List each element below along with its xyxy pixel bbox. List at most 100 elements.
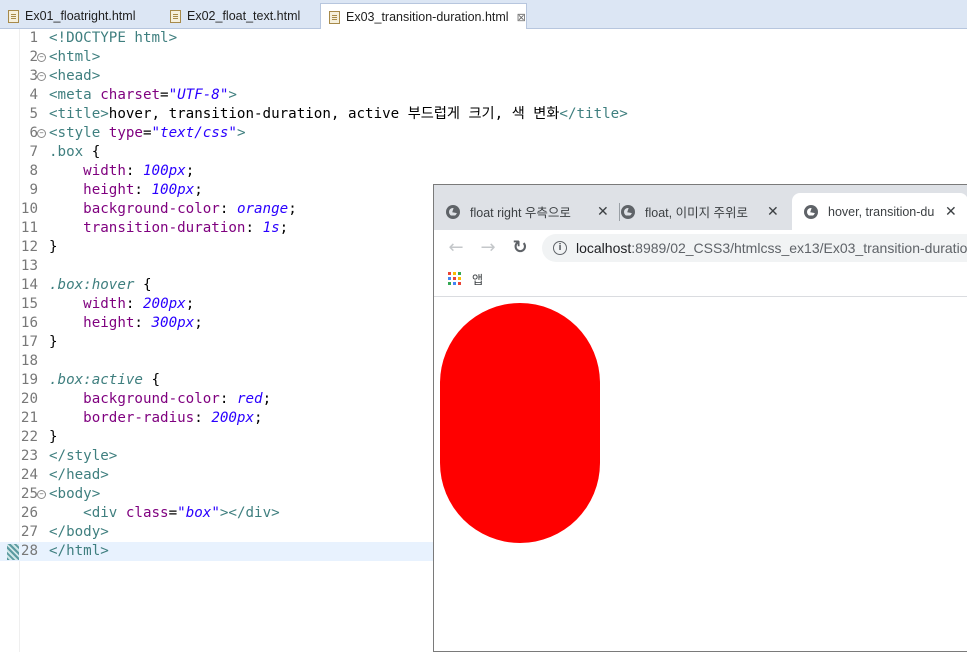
fold-toggle-icon[interactable]: − xyxy=(37,72,46,81)
code-text: width: 200px; xyxy=(83,296,195,312)
browser-tab-hover-transition[interactable]: hover, transition-du ✕ xyxy=(792,193,967,230)
line-number: 15 xyxy=(20,296,38,312)
code-text: width: 100px; xyxy=(83,163,195,179)
line-number: 4 xyxy=(29,87,38,103)
box-element[interactable] xyxy=(440,303,600,543)
code-line[interactable]: 3− <head> xyxy=(0,67,967,86)
line-number: 6 xyxy=(29,125,38,141)
line-number: 28 xyxy=(20,543,38,559)
code-line[interactable]: 2− <html> xyxy=(0,48,967,67)
browser-tab-label: hover, transition-du xyxy=(828,204,935,219)
editor-tab-label: Ex02_float_text.html xyxy=(187,9,301,23)
browser-toolbar: ← → ↻ i localhost:8989/02_CSS3/htmlcss_e… xyxy=(434,230,967,266)
fold-toggle-icon[interactable]: − xyxy=(37,490,46,499)
line-number: 12 xyxy=(20,239,38,255)
globe-icon xyxy=(804,204,818,219)
code-text: background-color: orange; xyxy=(83,201,297,217)
fold-toggle-icon[interactable]: − xyxy=(37,53,46,62)
line-number: 3 xyxy=(29,68,38,84)
browser-tab-label: float right 우측으로 xyxy=(470,206,571,220)
line-number: 23 xyxy=(20,448,38,464)
code-text: <body> xyxy=(49,486,101,502)
browser-tab-float-image[interactable]: float, 이미지 주위로 ✕ xyxy=(621,193,791,230)
tab-separator xyxy=(619,203,620,221)
back-arrow-icon[interactable]: ← xyxy=(444,236,468,260)
code-text: .box { xyxy=(49,144,101,160)
line-number: 21 xyxy=(20,410,38,426)
line-number: 26 xyxy=(20,505,38,521)
editor-tab-label: Ex03_transition-duration.html xyxy=(346,10,509,24)
code-line[interactable]: 1 <!DOCTYPE html> xyxy=(0,29,967,48)
line-number: 22 xyxy=(20,429,38,445)
code-line[interactable]: 7 .box { xyxy=(0,143,967,162)
close-icon[interactable]: ✕ xyxy=(597,204,609,220)
browser-tab-strip: float right 우측으로 ✕ float, 이미지 주위로 ✕ hove… xyxy=(434,185,967,230)
line-number: 19 xyxy=(20,372,38,388)
code-text: } xyxy=(49,334,58,350)
code-line[interactable]: 5 <title>hover, transition-duration, acti… xyxy=(0,105,967,124)
code-line[interactable]: 8 width: 100px; xyxy=(0,162,967,181)
code-line[interactable]: 4 <meta charset="UTF-8"> xyxy=(0,86,967,105)
line-number: 2 xyxy=(29,49,38,65)
editor-tab-ex03[interactable]: Ex03_transition-duration.html ⊠ xyxy=(320,3,527,30)
address-path: :8989/02_CSS3/htmlcss_ex13/Ex03_transiti… xyxy=(631,240,967,256)
editor-tab-ex01[interactable]: Ex01_floatright.html xyxy=(0,3,162,29)
address-bar[interactable]: i localhost:8989/02_CSS3/htmlcss_ex13/Ex… xyxy=(542,234,967,262)
browser-window: float right 우측으로 ✕ float, 이미지 주위로 ✕ hove… xyxy=(433,184,967,652)
close-icon[interactable]: ✕ xyxy=(767,204,779,220)
code-text: } xyxy=(49,429,58,445)
globe-icon xyxy=(446,204,460,219)
bookmarks-bar: 앱 xyxy=(434,266,967,297)
line-number: 14 xyxy=(20,277,38,293)
html-file-icon xyxy=(8,9,19,23)
code-text: </head> xyxy=(49,467,109,483)
close-tab-icon[interactable]: ⊠ xyxy=(517,11,526,24)
line-number: 18 xyxy=(20,353,38,369)
line-number: 9 xyxy=(29,182,38,198)
code-text: } xyxy=(49,239,58,255)
line-number: 10 xyxy=(20,201,38,217)
line-number: 16 xyxy=(20,315,38,331)
apps-label[interactable]: 앱 xyxy=(472,271,483,288)
code-text: </body> xyxy=(49,524,109,540)
code-line[interactable]: 6− <style type="text/css"> xyxy=(0,124,967,143)
code-text: </html> xyxy=(49,543,109,559)
line-number: 7 xyxy=(29,144,38,160)
address-host: localhost xyxy=(576,240,632,256)
code-text: <!DOCTYPE html> xyxy=(49,30,178,46)
line-number: 1 xyxy=(29,30,38,46)
code-text: </style> xyxy=(49,448,118,464)
globe-icon xyxy=(621,204,635,219)
code-text: height: 100px; xyxy=(83,182,203,198)
line-number: 25 xyxy=(20,486,38,502)
line-number: 11 xyxy=(20,220,38,236)
line-number: 8 xyxy=(29,163,38,179)
reload-icon[interactable]: ↻ xyxy=(508,236,532,260)
fold-toggle-icon[interactable]: − xyxy=(37,129,46,138)
line-number: 13 xyxy=(20,258,38,274)
code-text: <meta charset="UTF-8"> xyxy=(49,87,237,103)
code-text: transition-duration: 1s; xyxy=(83,220,289,236)
line-number: 20 xyxy=(20,391,38,407)
editor-tab-bar: Ex01_floatright.html Ex02_float_text.htm… xyxy=(0,0,967,30)
html-file-icon xyxy=(329,10,340,24)
forward-arrow-icon[interactable]: → xyxy=(476,236,500,260)
line-number: 24 xyxy=(20,467,38,483)
browser-tab-float-right[interactable]: float right 우측으로 ✕ xyxy=(446,193,618,230)
code-text: height: 300px; xyxy=(83,315,203,331)
code-text: background-color: red; xyxy=(83,391,272,407)
code-text: <title>hover, transition-duration, activ… xyxy=(49,106,628,122)
code-text: <head> xyxy=(49,68,101,84)
code-text: <div class="box"></div> xyxy=(83,505,280,521)
code-text: <style type="text/css"> xyxy=(49,125,246,141)
code-text: .box:active { xyxy=(49,372,161,388)
code-text: border-radius: 200px; xyxy=(83,410,263,426)
editor-tab-ex02[interactable]: Ex02_float_text.html xyxy=(162,3,320,29)
line-number: 5 xyxy=(29,106,38,122)
info-icon[interactable]: i xyxy=(553,241,567,255)
code-text: <html> xyxy=(49,49,101,65)
code-text: .box:hover { xyxy=(49,277,152,293)
close-icon[interactable]: ✕ xyxy=(945,204,957,220)
apps-grid-icon[interactable] xyxy=(448,272,463,287)
address-url: localhost:8989/02_CSS3/htmlcss_ex13/Ex03… xyxy=(576,234,967,262)
